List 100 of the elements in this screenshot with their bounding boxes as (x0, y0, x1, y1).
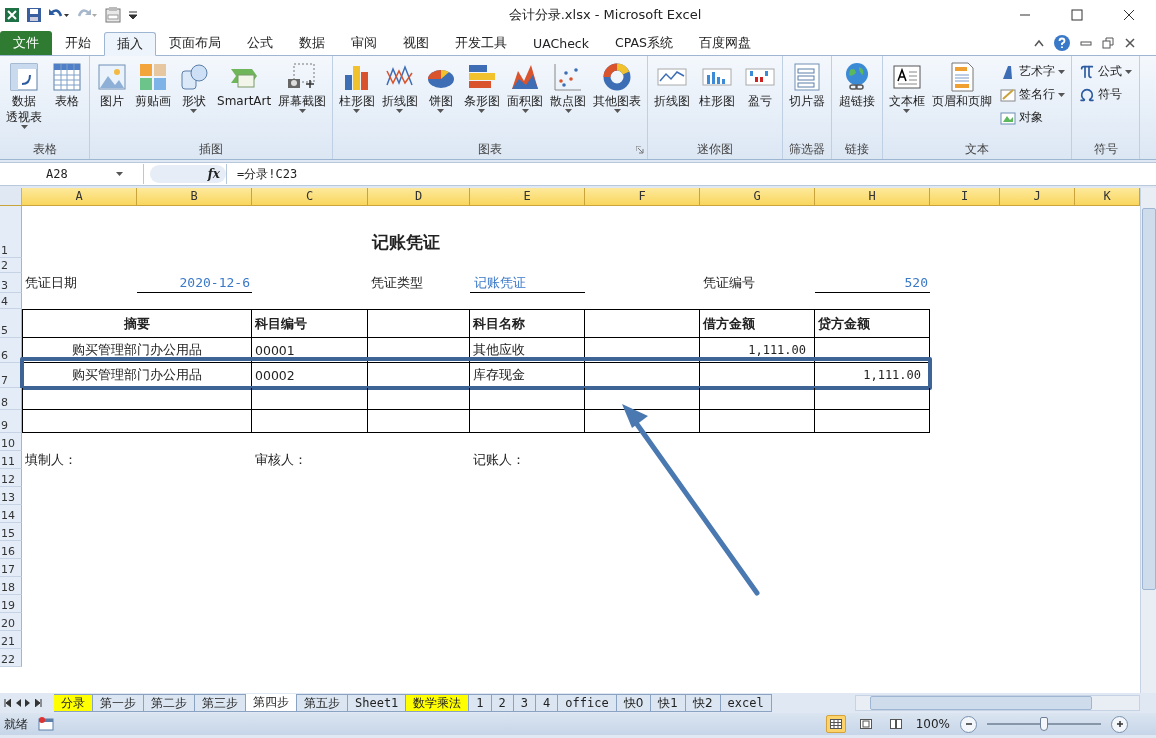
sheet-tab[interactable]: 第三步 (195, 694, 246, 712)
sheet-tab[interactable]: Sheet1 (348, 694, 407, 712)
zoom-slider-thumb[interactable] (1040, 717, 1048, 731)
last-sheet-icon[interactable] (35, 699, 42, 707)
column-header[interactable]: I (930, 188, 1000, 206)
ribbon-button[interactable]: 形状 (175, 59, 212, 139)
ribbon-button[interactable]: 对象 (998, 107, 1068, 128)
zoom-out-button[interactable] (960, 715, 977, 733)
row-header[interactable]: 8 (0, 388, 22, 410)
sheet-tab[interactable]: 第二步 (144, 694, 195, 712)
ribbon-button[interactable]: 图片 (93, 59, 130, 139)
row-header[interactable]: 7 (0, 363, 22, 388)
ribbon-button[interactable]: 艺术字 (998, 61, 1068, 82)
ribbon-button[interactable]: 条形图 (462, 59, 502, 139)
row-header[interactable]: 2 (0, 258, 22, 273)
column-header[interactable]: E (470, 188, 585, 206)
ribbon-button[interactable]: 折线图 (652, 59, 693, 139)
row-header[interactable]: 12 (0, 469, 22, 487)
sheet-tab[interactable]: 快1 (651, 694, 686, 712)
sheet-tab[interactable]: 2 (491, 694, 514, 712)
sheet-tab[interactable]: 数学乘法 (406, 694, 470, 712)
insert-function-button[interactable]: fx (150, 165, 226, 183)
ribbon-button[interactable]: 散点图 (548, 59, 589, 139)
row-header[interactable]: 3 (0, 273, 22, 293)
row-header[interactable]: 13 (0, 487, 22, 505)
save-icon[interactable] (26, 7, 42, 23)
sheet-tab[interactable]: 第五步 (297, 694, 348, 712)
restore-icon[interactable] (1102, 37, 1114, 49)
sheet-tab[interactable]: 快2 (685, 694, 721, 712)
row-header[interactable]: 4 (0, 293, 22, 309)
column-header[interactable]: A (22, 188, 137, 206)
row-header[interactable]: 18 (0, 577, 22, 595)
ribbon-tab[interactable]: 文件 (0, 31, 52, 55)
ribbon-button[interactable]: 签名行 (998, 84, 1068, 105)
ribbon-button[interactable]: 文本框 (886, 59, 927, 139)
ribbon-tab[interactable]: 百度网盘 (685, 31, 764, 55)
row-header[interactable]: 16 (0, 541, 22, 559)
ribbon-button[interactable]: 页眉和页脚 (930, 59, 995, 139)
sheet-tab[interactable]: 第四步 (246, 694, 297, 712)
sheet-tab[interactable]: 快0 (616, 694, 652, 712)
customize-menu-icon[interactable] (128, 9, 138, 21)
ribbon-button[interactable]: 柱形图 (336, 59, 377, 139)
zoom-in-button[interactable] (1111, 715, 1128, 733)
close-icon[interactable] (1124, 37, 1136, 49)
ribbon-button[interactable]: 其他图表 (591, 59, 644, 139)
ribbon-tab[interactable]: 数据 (286, 31, 338, 55)
row-header[interactable]: 21 (0, 631, 22, 649)
formula-field[interactable]: =分录!C23 (226, 164, 1156, 184)
ribbon-button[interactable]: 屏幕截图 (276, 59, 329, 139)
row-header[interactable]: 14 (0, 505, 22, 523)
ribbon-button[interactable]: 柱形图 (697, 59, 737, 139)
horizontal-scrollbar[interactable] (855, 695, 1140, 711)
dialog-launcher-icon[interactable] (636, 146, 644, 154)
sheet-tab[interactable]: office (558, 694, 617, 712)
column-header[interactable]: G (700, 188, 815, 206)
excel-logo-icon[interactable] (4, 7, 20, 23)
sheet-tab[interactable]: 3 (513, 694, 537, 712)
sheet-tab[interactable]: 4 (536, 694, 559, 712)
ribbon-button[interactable]: 表格 (48, 59, 85, 139)
ribbon-button[interactable]: 剪贴画 (132, 59, 173, 139)
row-header[interactable]: 9 (0, 410, 22, 433)
row-header[interactable]: 1 (0, 206, 22, 258)
ribbon-button[interactable]: 切片器 (787, 59, 827, 139)
row-header[interactable]: 22 (0, 649, 22, 667)
row-header[interactable]: 6 (0, 338, 22, 363)
ribbon-button[interactable]: 盈亏 (741, 59, 778, 139)
ribbon-button[interactable]: 超链接 (837, 59, 877, 139)
row-header[interactable]: 11 (0, 451, 22, 469)
row-header[interactable]: 17 (0, 559, 22, 577)
ribbon-tab[interactable]: 插入 (104, 32, 156, 56)
sheet-tab[interactable]: excel (720, 694, 772, 712)
ribbon-button[interactable]: 折线图 (379, 59, 420, 139)
row-header[interactable]: 5 (0, 309, 22, 338)
first-sheet-icon[interactable] (4, 699, 11, 707)
ribbon-button[interactable]: SmartArt (215, 59, 274, 139)
ribbon-tab[interactable]: UACheck (520, 31, 602, 55)
ribbon-button[interactable]: 公式 (1077, 61, 1134, 82)
ribbon-tab[interactable]: CPAS系统 (601, 31, 686, 55)
macro-record-icon[interactable] (38, 717, 54, 731)
column-header[interactable]: D (368, 188, 470, 206)
column-header[interactable]: J (1000, 188, 1075, 206)
name-box[interactable]: A28 (0, 164, 144, 184)
collapse-ribbon-icon[interactable] (1034, 39, 1044, 47)
sheet-tab[interactable]: 第一步 (93, 694, 144, 712)
normal-view-button[interactable] (825, 715, 846, 733)
column-header[interactable]: H (815, 188, 930, 206)
ribbon-button[interactable]: 饼图 (422, 59, 459, 139)
help-icon[interactable] (1054, 35, 1070, 51)
row-header[interactable]: 19 (0, 595, 22, 613)
zoom-level[interactable]: 100% (915, 717, 950, 731)
ribbon-tab[interactable]: 视图 (390, 31, 442, 55)
sheet-tab[interactable]: 分录 (54, 694, 93, 712)
ribbon-tab[interactable]: 开发工具 (442, 31, 520, 55)
column-header[interactable]: B (137, 188, 252, 206)
sheet-tab[interactable]: 1 (469, 694, 492, 712)
vertical-scrollbar[interactable] (1140, 188, 1156, 693)
ribbon-button[interactable]: 符号 (1077, 84, 1134, 105)
column-header[interactable]: F (585, 188, 700, 206)
ribbon-button[interactable]: 面积图 (505, 59, 546, 139)
ribbon-tab[interactable]: 页面布局 (156, 31, 234, 55)
